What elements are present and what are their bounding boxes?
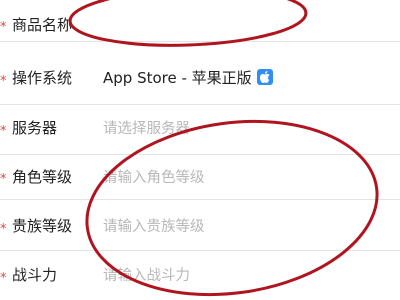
required-marker: * bbox=[0, 20, 7, 35]
label-combat-power: 战斗力 bbox=[12, 266, 58, 284]
required-marker: * bbox=[0, 271, 7, 286]
form-row-operating-system[interactable]: * 操作系统 App Store - 苹果正版 bbox=[0, 42, 400, 105]
form-row-role-level[interactable]: * 角色等级 请输入角色等级 bbox=[0, 155, 400, 200]
label-product-name: 商品名称 bbox=[12, 16, 73, 34]
combat-power-input[interactable]: 请输入战斗力 bbox=[103, 264, 190, 285]
operating-system-value[interactable]: App Store - 苹果正版 bbox=[103, 67, 252, 88]
required-marker: * bbox=[0, 222, 7, 237]
required-marker: * bbox=[0, 74, 7, 89]
label-role-level: 角色等级 bbox=[12, 168, 73, 186]
order-form-screen: * 商品名称 * 操作系统 App Store - 苹果正版 * 服务器 请选择… bbox=[0, 0, 400, 300]
required-marker: * bbox=[0, 172, 7, 187]
label-noble-level: 贵族等级 bbox=[12, 217, 73, 235]
form-row-product-name[interactable]: * 商品名称 bbox=[0, 0, 400, 42]
form-row-combat-power[interactable]: * 战斗力 请输入战斗力 bbox=[0, 251, 400, 300]
noble-level-input[interactable]: 请输入贵族等级 bbox=[103, 215, 205, 236]
apple-icon bbox=[257, 69, 273, 85]
form-row-noble-level[interactable]: * 贵族等级 请输入贵族等级 bbox=[0, 200, 400, 251]
form-row-server[interactable]: * 服务器 请选择服务器 bbox=[0, 105, 400, 155]
role-level-input[interactable]: 请输入角色等级 bbox=[103, 166, 205, 187]
label-operating-system: 操作系统 bbox=[12, 69, 73, 87]
server-select[interactable]: 请选择服务器 bbox=[103, 117, 190, 138]
required-marker: * bbox=[0, 124, 7, 139]
label-server: 服务器 bbox=[12, 119, 58, 137]
